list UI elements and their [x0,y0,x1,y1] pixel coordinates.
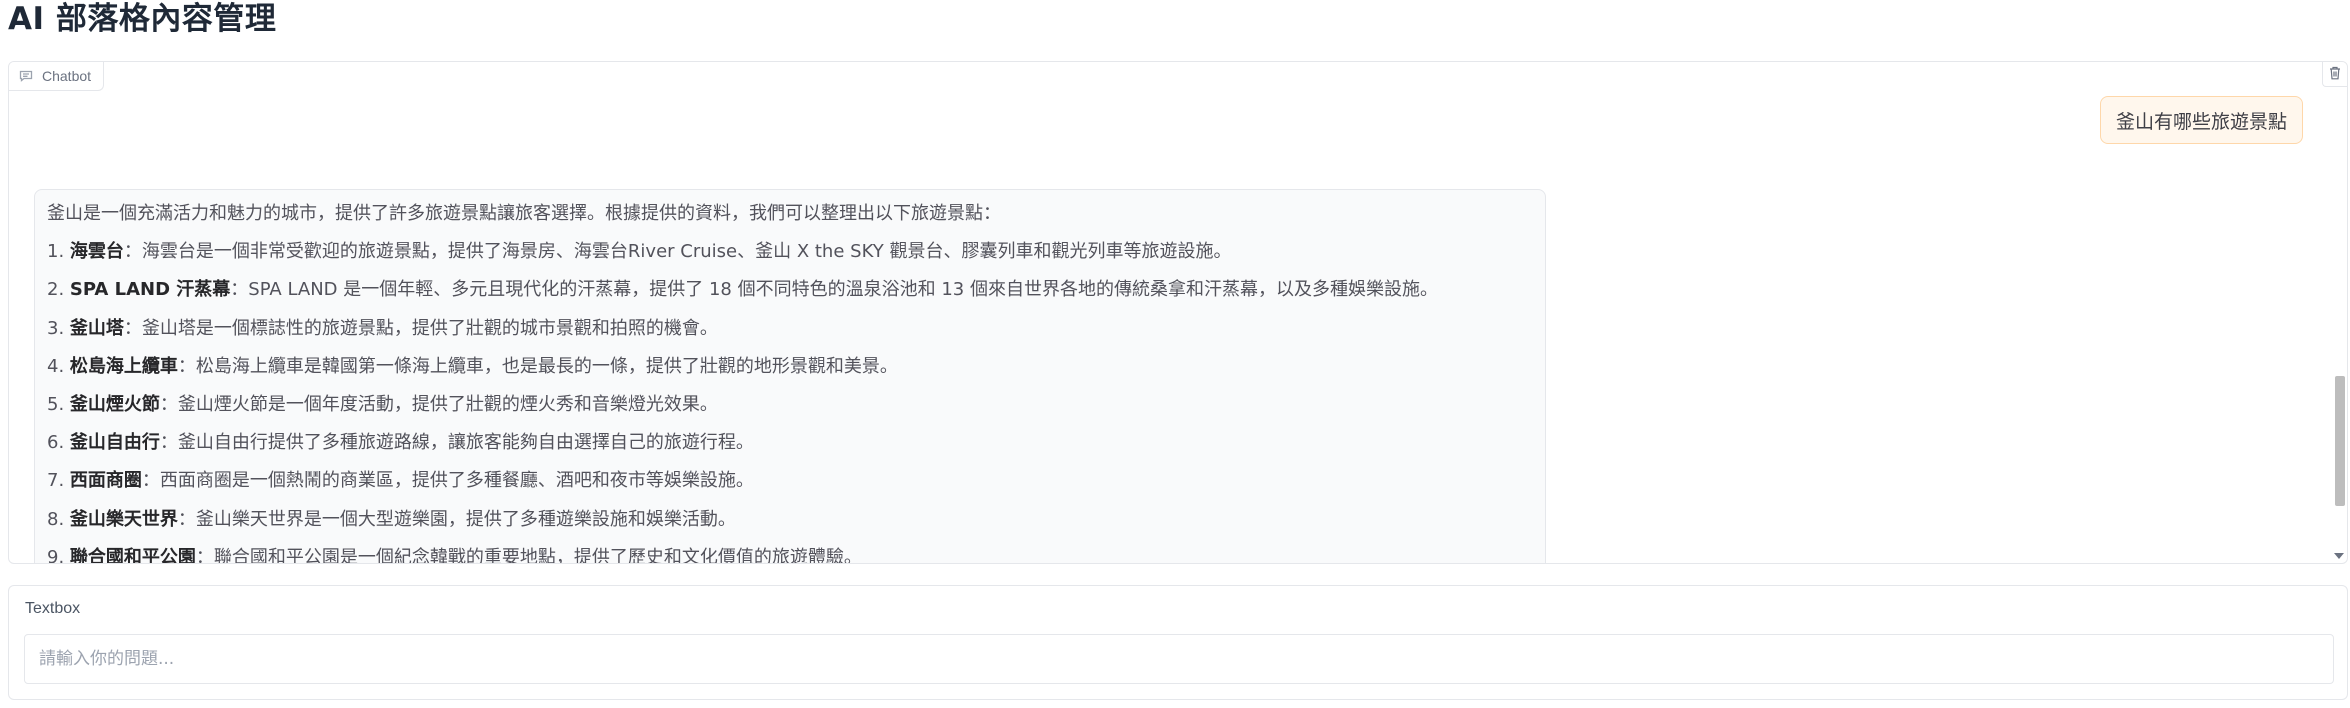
list-item-title: 松島海上纜車 [69,355,178,377]
scrollbar-thumb[interactable] [2335,376,2345,506]
trash-icon [2329,65,2341,84]
list-item-title: 海雲台 [69,241,124,263]
list-item-title: 釜山塔 [69,317,124,339]
list-item-title: 釜山煙火節 [69,393,160,415]
clear-chat-button[interactable] [2322,62,2347,87]
user-message: 釜山有哪些旅遊景點 [2099,96,2303,144]
list-item-desc: ：釜山煙火節是一個年度活動，提供了壯觀的煙火秀和音樂燈光效果。 [159,393,718,415]
list-item: 4. 松島海上纜車：松島海上纜車是韓國第一條海上纜車，也是最長的一條，提供了壯觀… [47,355,898,377]
list-item-title: 釜山自由行 [69,432,160,454]
chatbot-label: Chatbot [9,62,105,91]
list-item: 9. 聯合國和平公園：聯合國和平公園是一個紀念韓戰的重要地點，提供了歷史和文化價… [47,541,1533,564]
question-input[interactable] [24,634,2334,684]
page-title: AI 部落格內容管理 [8,1,277,37]
list-item-desc: ：西面商圈是一個熱鬧的商業區，提供了多種餐廳、酒吧和夜市等娛樂設施。 [141,470,754,492]
list-item: 1. 海雲台：海雲台是一個非常受歡迎的旅遊景點，提供了海景房、海雲台River … [47,241,1232,263]
list-item: 6. 釜山自由行：釜山自由行提供了多種旅遊路線，讓旅客能夠自由選擇自己的旅遊行程… [47,432,754,454]
list-item: 3. 釜山塔：釜山塔是一個標誌性的旅遊景點，提供了壯觀的城市景觀和拍照的機會。 [47,317,718,339]
list-item: 7. 西面商圈：西面商圈是一個熱鬧的商業區，提供了多種餐廳、酒吧和夜市等娛樂設施… [47,470,754,492]
list-item-title: 西面商圈 [69,470,142,492]
list-item-desc: ：釜山樂天世界是一個大型遊樂園，提供了多種遊樂設施和娛樂活動。 [177,508,736,530]
list-item-title: SPA LAND 汗蒸幕 [69,279,231,301]
bot-message: 釜山是一個充滿活力和魅力的城市，提供了許多旅遊景點讓旅客選擇。根據提供的資料，我… [34,189,1546,564]
list-item-desc: ：松島海上纜車是韓國第一條海上纜車，也是最長的一條，提供了壯觀的地形景觀和美景。 [177,355,898,377]
list-item: 2. SPA LAND 汗蒸幕：SPA LAND 是一個年輕、多元且現代化的汗蒸… [47,279,1438,301]
list-item-desc: ：釜山塔是一個標誌性的旅遊景點，提供了壯觀的城市景觀和拍照的機會。 [123,317,718,339]
list-item-desc: ：SPA LAND 是一個年輕、多元且現代化的汗蒸幕，提供了 18 個不同特色的… [230,279,1438,301]
chatbot-label-text: Chatbot [42,68,92,84]
list-item-desc: ：釜山自由行提供了多種旅遊路線，讓旅客能夠自由選擇自己的旅遊行程。 [159,432,754,454]
list-item: 8. 釜山樂天世界：釜山樂天世界是一個大型遊樂園，提供了多種遊樂設施和娛樂活動。 [47,508,736,530]
textbox-label: Textbox [25,600,81,617]
scroll-down-arrow-icon[interactable] [2334,553,2344,559]
list-item-title: 釜山樂天世界 [69,508,178,530]
list-item: 5. 釜山煙火節：釜山煙火節是一個年度活動，提供了壯觀的煙火秀和音樂燈光效果。 [47,393,718,415]
chatbot-panel: Chatbot 釜山有哪些旅遊景點 釜山是一個充滿活力和魅力的城市，提供了許多旅… [8,61,2348,564]
list-item-desc: ：聯合國和平公園是一個紀念韓戰的重要地點，提供了歷史和文化價值的旅遊體驗。 [195,546,862,564]
list-item-desc: ：海雲台是一個非常受歡迎的旅遊景點，提供了海景房、海雲台River Cruise… [123,241,1232,263]
list-item-title: 聯合國和平公園 [69,546,196,564]
chat-bubble-icon [19,70,33,82]
bot-intro: 釜山是一個充滿活力和魅力的城市，提供了許多旅遊景點讓旅客選擇。根據提供的資料，我… [47,203,1001,224]
textbox-panel: Textbox [8,585,2348,700]
